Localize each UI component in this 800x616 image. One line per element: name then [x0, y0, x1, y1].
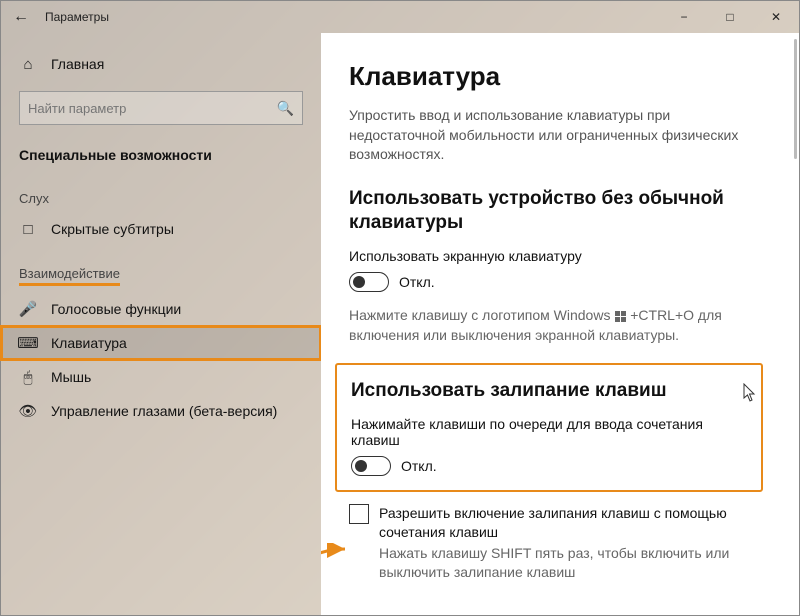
- close-button[interactable]: ✕: [753, 1, 799, 33]
- sidebar-item-mouse[interactable]: 🖱 Мышь: [1, 360, 321, 394]
- sidebar-item-label: Управление глазами (бета-версия): [51, 403, 277, 419]
- windows-logo-icon: [614, 310, 626, 322]
- sticky-heading: Использовать залипание клавиш: [351, 379, 747, 404]
- osk-heading: Использовать устройство без обычной клав…: [349, 187, 771, 236]
- sticky-shortcut-checkbox[interactable]: [349, 504, 369, 524]
- group-hearing: Слух: [1, 171, 321, 212]
- sidebar-item-keyboard[interactable]: ⌨ Клавиатура: [1, 326, 321, 360]
- content-pane: Клавиатура Упростить ввод и использовани…: [321, 33, 799, 615]
- settings-window: ← Параметры − □ ✕ ⌂ Главная 🔍 Специальны…: [0, 0, 800, 616]
- home-nav[interactable]: ⌂ Главная: [1, 47, 321, 81]
- sidebar-item-label: Скрытые субтитры: [51, 221, 174, 237]
- group-interaction-label: Взаимодействие: [19, 266, 120, 286]
- sidebar-item-eye-control[interactable]: 👁 Управление глазами (бета-версия): [1, 394, 321, 428]
- search-box[interactable]: 🔍: [19, 91, 303, 125]
- sidebar-item-speech[interactable]: 🎤 Голосовые функции: [1, 292, 321, 326]
- captions-icon: □: [19, 220, 37, 238]
- sidebar: ⌂ Главная 🔍 Специальные возможности Слух…: [1, 33, 321, 615]
- page-title: Клавиатура: [349, 61, 771, 92]
- sidebar-item-label: Клавиатура: [51, 335, 127, 351]
- back-button[interactable]: ←: [9, 8, 33, 26]
- home-label: Главная: [51, 56, 104, 72]
- maximize-button[interactable]: □: [707, 1, 753, 33]
- sticky-label: Нажимайте клавиши по очереди для ввода с…: [351, 416, 747, 448]
- osk-label: Использовать экранную клавиатуру: [349, 248, 771, 264]
- annotation-arrow-icon: [321, 543, 353, 579]
- sticky-shortcut-row: Разрешить включение залипания клавиш с п…: [349, 504, 771, 542]
- eye-icon: 👁: [19, 402, 37, 420]
- keyboard-icon: ⌨: [19, 334, 37, 352]
- microphone-icon: 🎤: [19, 300, 37, 318]
- section-title: Специальные возможности: [1, 139, 321, 171]
- group-interaction: Взаимодействие: [1, 246, 321, 292]
- sticky-toggle[interactable]: [351, 456, 391, 476]
- scrollbar[interactable]: [794, 39, 797, 159]
- page-description: Упростить ввод и использование клавиатур…: [349, 106, 769, 165]
- osk-hint: Нажмите клавишу с логотипом Windows +CTR…: [349, 306, 769, 345]
- osk-toggle-state: Откл.: [399, 274, 435, 290]
- search-input[interactable]: [28, 101, 277, 116]
- osk-toggle[interactable]: [349, 272, 389, 292]
- sidebar-item-captions[interactable]: □ Скрытые субтитры: [1, 212, 321, 246]
- sidebar-item-label: Мышь: [51, 369, 91, 385]
- sidebar-item-label: Голосовые функции: [51, 301, 181, 317]
- window-title: Параметры: [45, 10, 109, 24]
- mouse-icon: 🖱: [19, 368, 37, 386]
- home-icon: ⌂: [19, 55, 37, 73]
- sticky-toggle-state: Откл.: [401, 458, 437, 474]
- titlebar: ← Параметры − □ ✕: [1, 1, 799, 33]
- sticky-shortcut-hint: Нажать клавишу SHIFT пять раз, чтобы вкл…: [379, 544, 771, 582]
- sticky-keys-section: Использовать залипание клавиш Нажимайте …: [335, 363, 763, 492]
- sticky-shortcut-label: Разрешить включение залипания клавиш с п…: [379, 504, 771, 542]
- search-icon: 🔍: [277, 100, 294, 117]
- minimize-button[interactable]: −: [661, 1, 707, 33]
